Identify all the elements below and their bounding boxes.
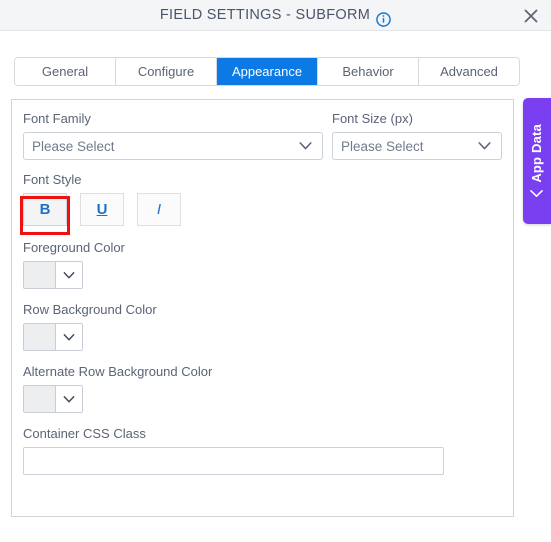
settings-tab-bar: General Configure Appearance Behavior Ad… [14,57,520,86]
foreground-color-swatch [24,262,56,288]
tab-configure-label: Configure [137,64,195,79]
tab-behavior[interactable]: Behavior [318,58,419,85]
tab-appearance-label: Appearance [231,64,303,79]
font-style-label: Font Style [23,172,82,187]
bold-button[interactable]: B [23,193,67,226]
foreground-color-picker[interactable] [23,261,83,289]
italic-button[interactable]: I [137,193,181,226]
chevron-left-icon [530,189,544,198]
font-family-label: Font Family [23,111,91,126]
underline-button-label: U [96,201,108,218]
page-title: FIELD SETTINGS - SUBFORM [159,7,371,23]
font-size-value: Please Select [341,138,424,154]
info-circle-icon[interactable] [376,8,391,27]
row-background-color-picker[interactable] [23,323,83,351]
font-size-select[interactable]: Please Select [332,132,502,160]
row-background-color-swatch [24,324,56,350]
dialog-title: FIELD SETTINGS - SUBFORM [0,0,551,30]
row-background-color-field: Row Background Color [23,302,157,351]
foreground-color-field: Foreground Color [23,240,125,289]
bold-button-label: B [39,201,51,218]
tab-behavior-label: Behavior [342,64,394,79]
tab-appearance[interactable]: Appearance [217,58,318,85]
close-icon[interactable] [521,6,541,26]
container-css-class-label: Container CSS Class [23,426,146,441]
italic-button-label: I [156,201,162,218]
chevron-down-icon [56,262,82,288]
font-family-select[interactable]: Please Select [23,132,323,160]
tab-general[interactable]: General [15,58,116,85]
font-style-button-group: B U I [23,193,181,226]
underline-button[interactable]: U [80,193,124,226]
app-data-panel-toggle[interactable]: App Data [523,98,551,224]
row-background-color-label: Row Background Color [23,302,157,317]
font-size-label: Font Size (px) [332,111,413,126]
foreground-color-label: Foreground Color [23,240,125,255]
alternate-row-background-color-label: Alternate Row Background Color [23,364,213,379]
chevron-down-icon [56,386,82,412]
font-family-value: Please Select [32,138,115,154]
tab-advanced-label: Advanced [440,64,498,79]
chevron-down-icon [56,324,82,350]
tab-general-label: General [41,64,89,79]
tab-advanced[interactable]: Advanced [419,58,519,85]
container-css-class-field: Container CSS Class [23,426,444,475]
alternate-row-background-color-field: Alternate Row Background Color [23,364,212,413]
alternate-row-background-color-picker[interactable] [23,385,83,413]
font-style-field: Font Style B U I [23,172,181,226]
app-data-label: App Data [529,123,545,183]
container-css-class-input[interactable] [23,447,444,475]
appearance-settings-panel: Font Family Please Select Font Size (px)… [11,99,514,517]
font-family-field: Font Family Please Select [23,111,323,160]
chevron-down-icon [294,142,322,150]
chevron-down-icon [473,142,501,150]
alternate-row-background-color-swatch [24,386,56,412]
font-size-field: Font Size (px) Please Select [332,111,502,160]
dialog-title-bar: FIELD SETTINGS - SUBFORM [0,0,551,31]
tab-configure[interactable]: Configure [116,58,217,85]
